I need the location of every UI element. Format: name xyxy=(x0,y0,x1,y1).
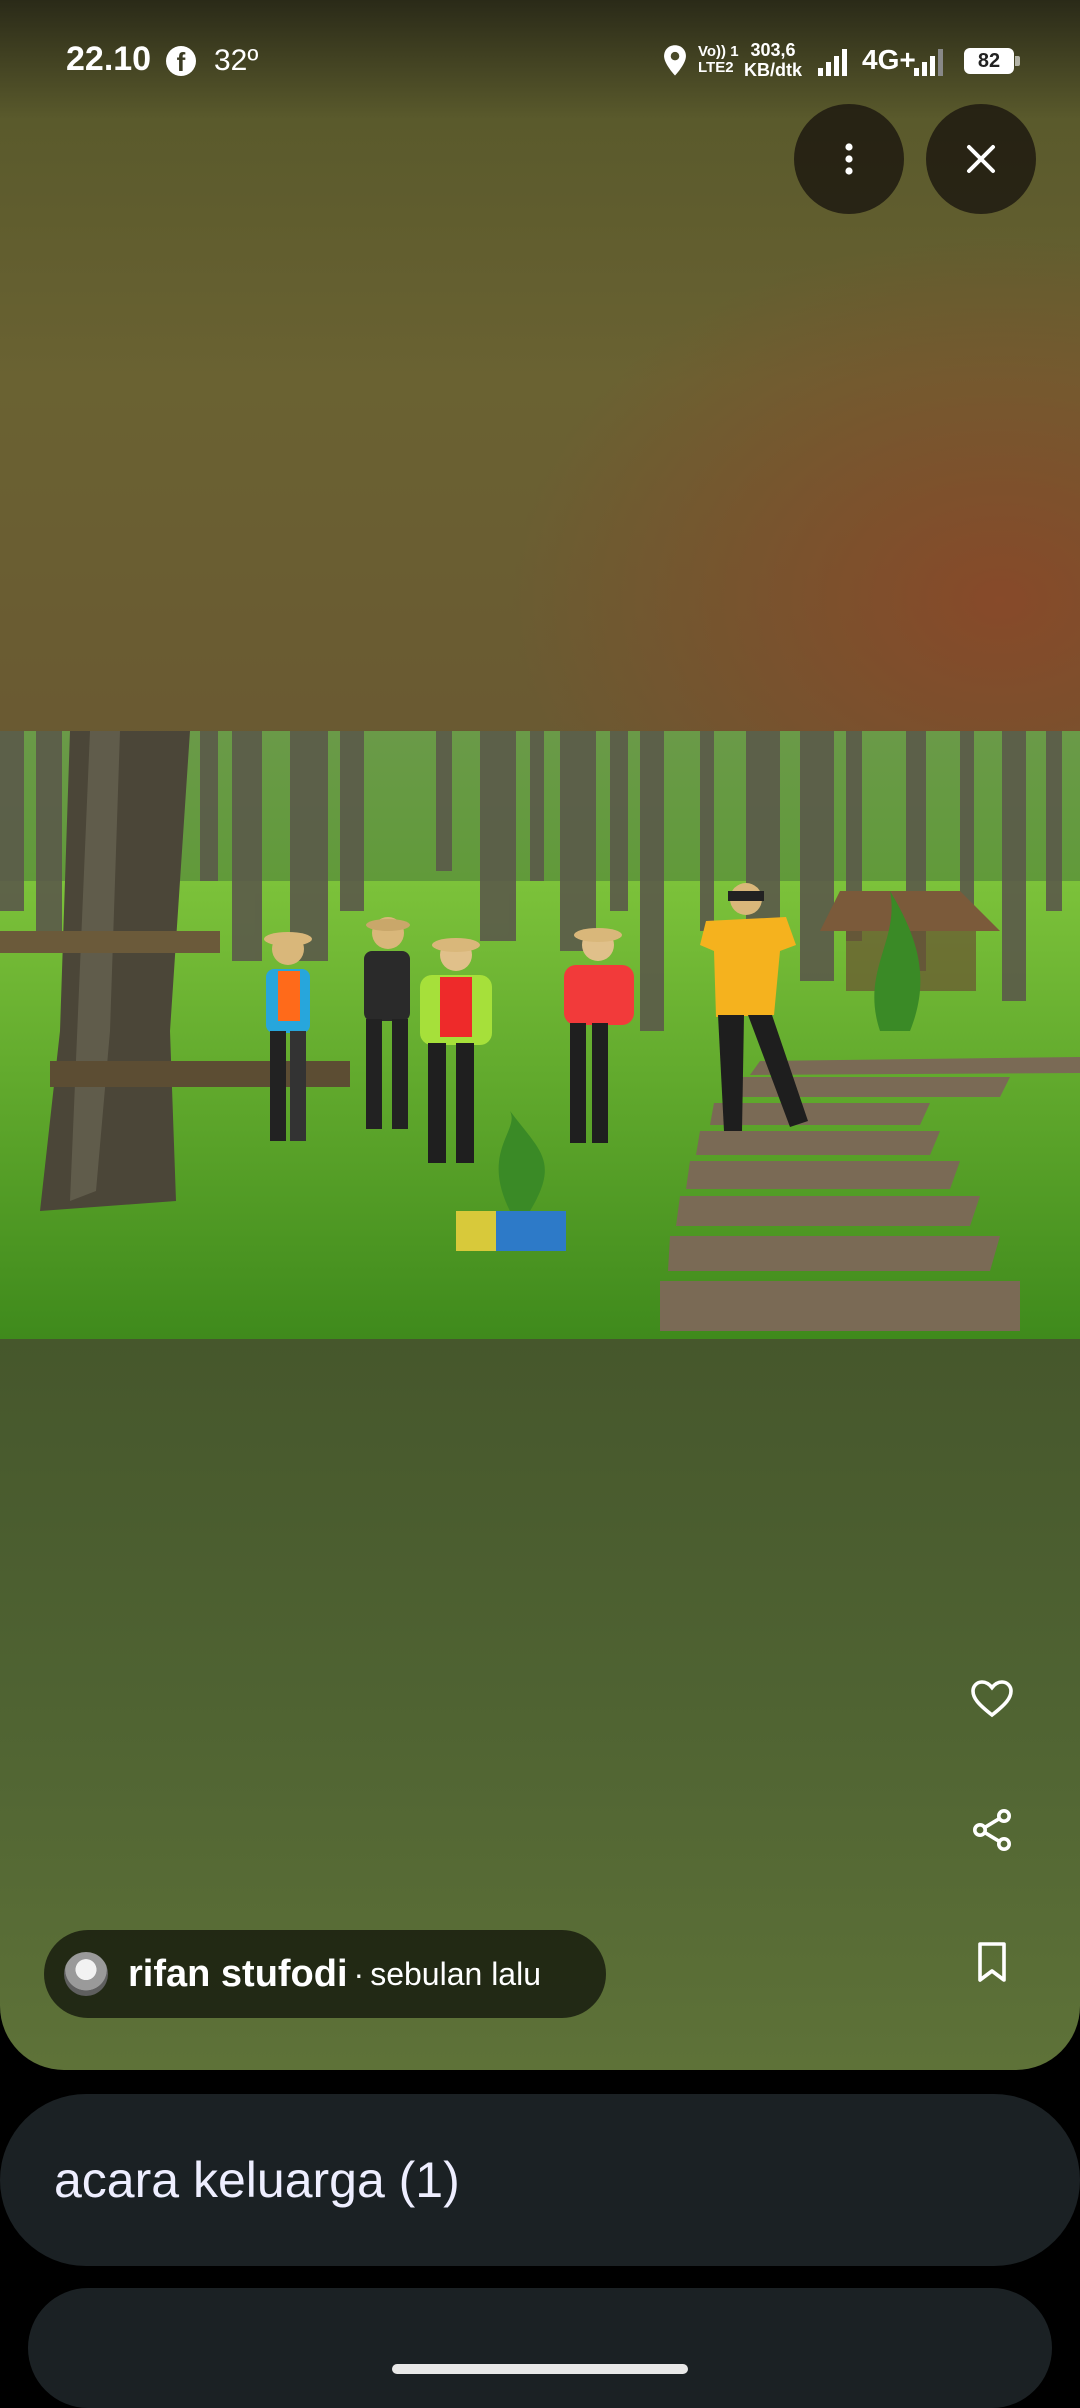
separator-dot: · xyxy=(353,1955,365,1992)
location-icon xyxy=(664,45,686,76)
share-button[interactable] xyxy=(958,1796,1026,1864)
next-album-card[interactable] xyxy=(28,2288,1052,2408)
share-icon xyxy=(973,1809,1011,1851)
photo-viewer: 22.10 f 32º Vo)) 1 LTE2 303,6 KB/dtk 4G+ xyxy=(0,0,1080,2070)
signal-icon xyxy=(818,49,847,76)
author-name[interactable]: rifan stufodi xyxy=(128,1953,348,1996)
heart-icon xyxy=(971,1680,1013,1718)
volte-line2: LTE2 xyxy=(698,59,734,76)
home-indicator[interactable] xyxy=(392,2364,688,2374)
speed-unit: KB/dtk xyxy=(744,60,802,80)
status-time: 22.10 xyxy=(66,40,152,78)
posted-time: sebulan lalu xyxy=(370,1955,541,1992)
signal-2-icon xyxy=(914,49,943,76)
status-bar: 22.10 f 32º Vo)) 1 LTE2 303,6 KB/dtk 4G+ xyxy=(0,0,1080,120)
bookmark-icon xyxy=(978,1942,1006,1982)
author-chip[interactable]: rifan stufodi · sebulan lalu xyxy=(44,1930,606,2018)
like-button[interactable] xyxy=(958,1664,1026,1732)
more-options-button[interactable] xyxy=(794,104,904,214)
album-title[interactable]: acara keluarga (1) xyxy=(54,2151,460,2209)
volte-line1: Vo)) 1 xyxy=(698,43,739,60)
save-button[interactable] xyxy=(958,1928,1026,1996)
network-speed: 303,6 KB/dtk xyxy=(744,40,802,80)
battery-icon: 82 xyxy=(964,48,1020,74)
more-vertical-icon xyxy=(845,143,853,175)
status-temperature: 32º xyxy=(214,44,259,77)
network-type: 4G+ xyxy=(862,44,916,75)
close-icon xyxy=(967,145,995,173)
volte-indicator: Vo)) 1 LTE2 xyxy=(698,44,739,76)
facebook-icon: f xyxy=(166,46,196,77)
speed-value: 303,6 xyxy=(750,40,796,60)
close-button[interactable] xyxy=(926,104,1036,214)
avatar[interactable] xyxy=(64,1952,108,1996)
album-card[interactable]: acara keluarga (1) xyxy=(0,2094,1080,2266)
photo-image[interactable] xyxy=(0,731,1080,1339)
